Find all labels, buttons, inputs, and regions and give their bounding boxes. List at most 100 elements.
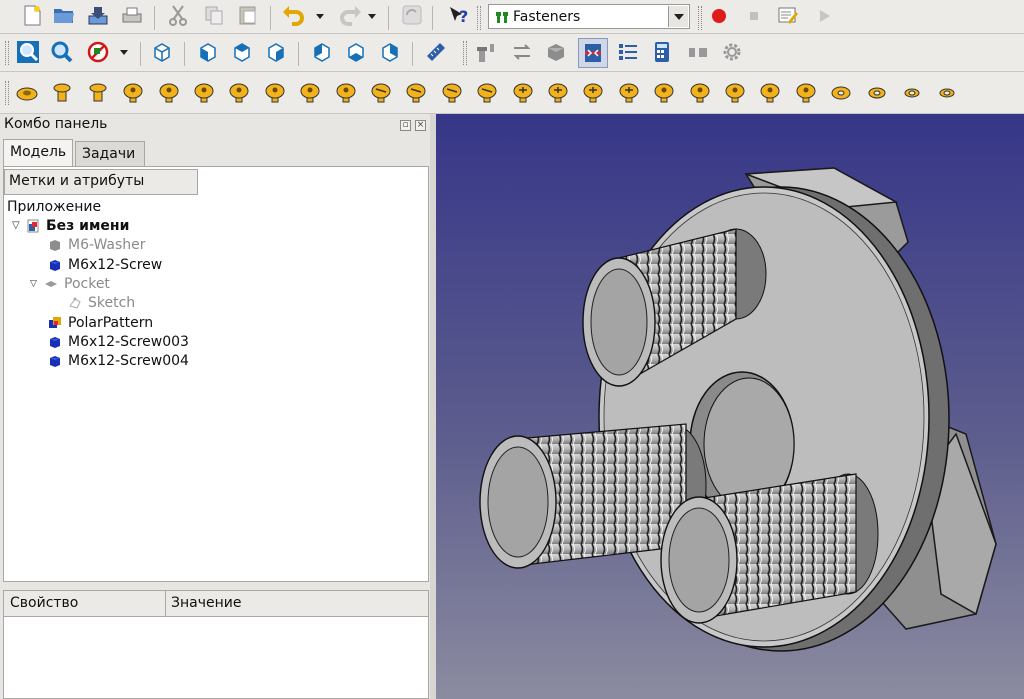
undo-dropdown-icon[interactable] bbox=[316, 14, 324, 19]
combo-panel-title: Комбо панель bbox=[4, 116, 108, 132]
fasteners-workbench-icon bbox=[496, 12, 508, 23]
tree-item-polar-pattern[interactable]: PolarPattern bbox=[48, 313, 153, 332]
property-header: Свойство Значение bbox=[4, 591, 428, 617]
solid-icon bbox=[50, 336, 60, 348]
solid-icon bbox=[50, 259, 60, 271]
copy-icon[interactable] bbox=[202, 3, 226, 27]
slot-fastener-icon[interactable] bbox=[405, 79, 427, 105]
record-macro-icon[interactable] bbox=[707, 4, 731, 28]
cap-fastener-icon[interactable] bbox=[158, 79, 180, 105]
undo-icon[interactable] bbox=[282, 3, 306, 27]
redo-icon[interactable] bbox=[338, 3, 362, 27]
hex-fastener-icon[interactable] bbox=[689, 79, 711, 105]
new-document-icon[interactable] bbox=[20, 3, 44, 27]
pan-fastener-icon[interactable] bbox=[264, 79, 286, 105]
close-panel-icon[interactable]: × bbox=[415, 120, 426, 131]
tree-item-sketch[interactable]: Sketch bbox=[68, 293, 135, 312]
hex-fastener-icon[interactable] bbox=[193, 79, 215, 105]
paste-icon[interactable] bbox=[236, 3, 260, 27]
hex-fastener-icon[interactable] bbox=[653, 79, 675, 105]
open-folder-icon[interactable] bbox=[52, 3, 76, 27]
view-right-icon[interactable] bbox=[264, 40, 288, 64]
collapse-arrow-icon[interactable]: ▽ bbox=[12, 220, 26, 231]
slot-fastener-icon[interactable] bbox=[476, 79, 498, 105]
edit-macro-icon[interactable] bbox=[776, 3, 800, 27]
view-toolbar bbox=[0, 34, 1024, 72]
bolt-fastener-icon[interactable] bbox=[87, 79, 109, 105]
pan-fastener-icon[interactable] bbox=[795, 79, 817, 105]
view-front-icon[interactable] bbox=[196, 40, 220, 64]
cross-fastener-icon[interactable] bbox=[512, 79, 534, 105]
chevron-down-icon[interactable] bbox=[668, 6, 688, 27]
tree-item-screw003[interactable]: M6x12-Screw003 bbox=[48, 332, 189, 351]
solid-icon bbox=[50, 355, 60, 367]
list-icon[interactable] bbox=[616, 40, 640, 64]
redo-dropdown-icon[interactable] bbox=[368, 14, 376, 19]
ring-fastener-icon[interactable] bbox=[830, 79, 852, 105]
play-macro-icon[interactable] bbox=[812, 4, 836, 28]
tree-item-label: M6x12-Screw bbox=[68, 256, 163, 273]
property-column-header[interactable]: Свойство bbox=[10, 595, 78, 611]
fasteners-toggle-icon[interactable] bbox=[578, 38, 608, 68]
slot-fastener-icon[interactable] bbox=[441, 79, 463, 105]
cross-fastener-icon[interactable] bbox=[618, 79, 640, 105]
fit-all-icon[interactable] bbox=[16, 40, 40, 64]
bom-icon[interactable] bbox=[686, 40, 710, 64]
tree-item-washer[interactable]: M6-Washer bbox=[48, 235, 146, 254]
svg-text:?: ? bbox=[459, 7, 468, 26]
3d-viewport[interactable] bbox=[436, 114, 1024, 699]
pocket-icon bbox=[45, 280, 57, 287]
cross-fastener-icon[interactable] bbox=[582, 79, 604, 105]
tree-item-screw[interactable]: M6x12-Screw bbox=[48, 255, 162, 274]
tab-tasks[interactable]: Задачи bbox=[75, 141, 145, 166]
view-left-icon[interactable] bbox=[378, 40, 402, 64]
pan-fastener-icon[interactable] bbox=[724, 79, 746, 105]
pan-fastener-icon[interactable] bbox=[335, 79, 357, 105]
draw-style-dropdown-icon[interactable] bbox=[120, 50, 128, 55]
hex-fastener-icon[interactable] bbox=[228, 79, 250, 105]
tree-item-pocket[interactable]: ▽ Pocket bbox=[30, 274, 110, 293]
tab-model[interactable]: Модель bbox=[3, 139, 73, 166]
ring-fastener-icon[interactable] bbox=[901, 79, 923, 105]
tree-item-document[interactable]: ▽ Без имени bbox=[12, 216, 129, 235]
cap-fastener-icon[interactable] bbox=[122, 79, 144, 105]
tree-item-label: Sketch bbox=[88, 294, 136, 311]
view-isometric-icon[interactable] bbox=[150, 40, 174, 64]
collapse-arrow-icon[interactable]: ▽ bbox=[30, 279, 44, 289]
stop-macro-icon[interactable] bbox=[742, 4, 766, 28]
labels-attributes-header[interactable]: Метки и атрибуты bbox=[4, 169, 198, 195]
main-toolbar: ? Fasteners bbox=[0, 0, 1024, 34]
draw-style-icon[interactable] bbox=[86, 40, 110, 64]
solid-icon bbox=[50, 239, 60, 251]
value-column-header[interactable]: Значение bbox=[171, 595, 241, 611]
workbench-selector[interactable]: Fasteners bbox=[488, 4, 690, 29]
tree-item-label: Pocket bbox=[64, 275, 110, 292]
refresh-icon[interactable] bbox=[400, 3, 424, 27]
float-panel-icon[interactable]: ▫ bbox=[400, 120, 411, 131]
link-icon[interactable] bbox=[510, 40, 534, 64]
view-bottom-icon[interactable] bbox=[344, 40, 368, 64]
tree-item-screw004[interactable]: M6x12-Screw004 bbox=[48, 351, 189, 370]
slot-fastener-icon[interactable] bbox=[370, 79, 392, 105]
fit-selection-icon[interactable] bbox=[50, 40, 74, 64]
washer-fastener-icon[interactable] bbox=[16, 79, 38, 105]
tree-item-label: Без имени bbox=[46, 217, 130, 234]
save-icon[interactable] bbox=[86, 3, 110, 27]
cut-icon[interactable] bbox=[166, 3, 190, 27]
ring-fastener-icon[interactable] bbox=[866, 79, 888, 105]
pan-fastener-icon[interactable] bbox=[299, 79, 321, 105]
print-icon[interactable] bbox=[120, 3, 144, 27]
view-top-icon[interactable] bbox=[230, 40, 254, 64]
create-part-icon[interactable] bbox=[474, 40, 498, 64]
view-rear-icon[interactable] bbox=[310, 40, 334, 64]
pan-fastener-icon[interactable] bbox=[759, 79, 781, 105]
measure-distance-icon[interactable] bbox=[424, 40, 448, 64]
body-icon[interactable] bbox=[544, 40, 568, 64]
property-editor: Свойство Значение bbox=[3, 590, 429, 699]
ring-fastener-icon[interactable] bbox=[936, 79, 958, 105]
cross-fastener-icon[interactable] bbox=[547, 79, 569, 105]
calculator-icon[interactable] bbox=[650, 40, 674, 64]
nut-fastener-icon[interactable] bbox=[51, 79, 73, 105]
whats-this-icon[interactable]: ? bbox=[446, 3, 470, 27]
gear-icon[interactable] bbox=[720, 40, 744, 64]
